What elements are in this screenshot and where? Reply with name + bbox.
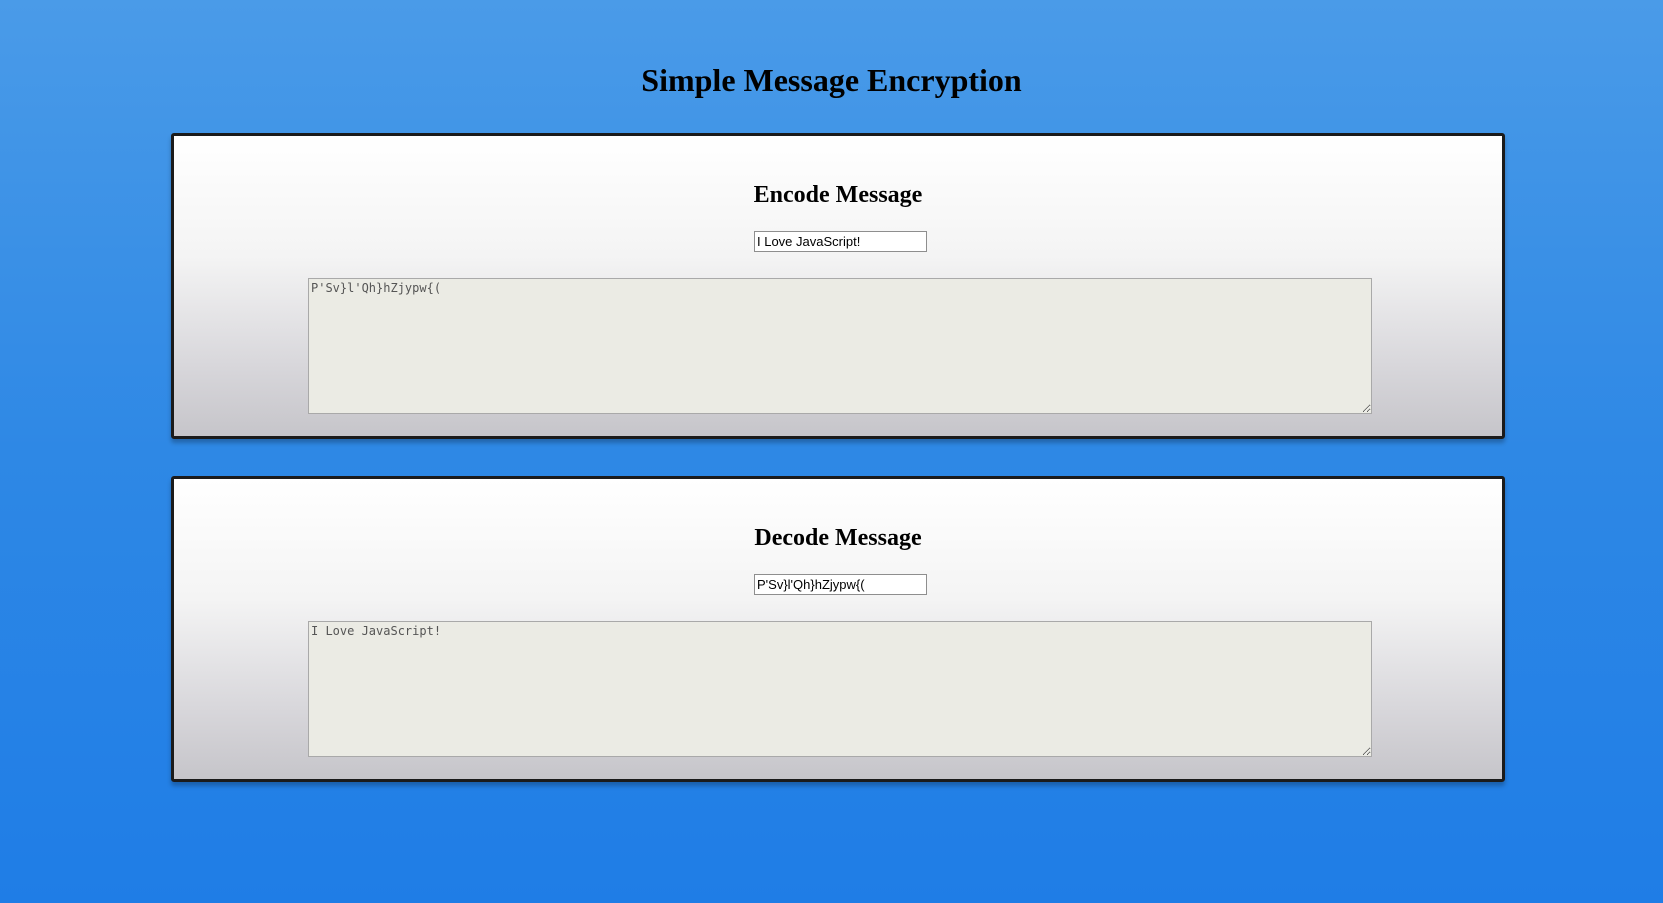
- encode-panel: Encode Message P'Sv}l'Qh}hZjypw{(: [171, 133, 1505, 439]
- encode-message-input[interactable]: [754, 231, 927, 252]
- decode-panel: Decode Message I Love JavaScript!: [171, 476, 1505, 782]
- page-title: Simple Message Encryption: [641, 62, 1022, 98]
- encode-panel-title: Encode Message: [753, 182, 923, 208]
- decode-panel-title: Decode Message: [754, 525, 922, 551]
- decode-message-input[interactable]: [754, 574, 927, 595]
- encoded-output-textarea[interactable]: P'Sv}l'Qh}hZjypw{(: [308, 278, 1372, 414]
- decoded-output-textarea[interactable]: I Love JavaScript!: [308, 621, 1372, 757]
